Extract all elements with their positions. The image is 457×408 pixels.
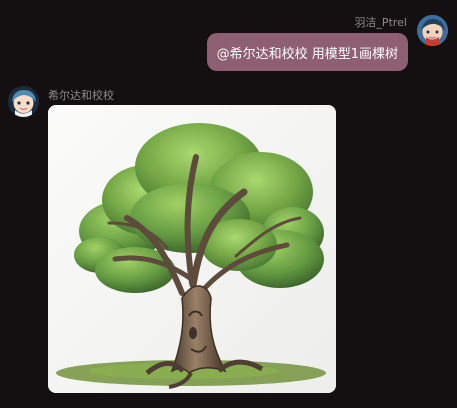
anime-bot-avatar-icon (8, 86, 39, 117)
outgoing-message[interactable]: @希尔达和校校 用模型1画棵树 (206, 33, 408, 71)
chat-thread: 羽洁_Ptrel @希尔达和校校 用模型1画棵树 希尔达和校校 (0, 0, 457, 408)
user-avatar[interactable] (417, 15, 448, 46)
incoming-username: 希尔达和校校 (48, 89, 114, 102)
outgoing-username: 羽洁_Ptrel (354, 16, 407, 29)
anime-avatar-icon (417, 15, 448, 46)
bot-avatar[interactable] (8, 86, 39, 117)
generated-image-card[interactable] (48, 105, 336, 393)
tree-image (48, 105, 336, 393)
